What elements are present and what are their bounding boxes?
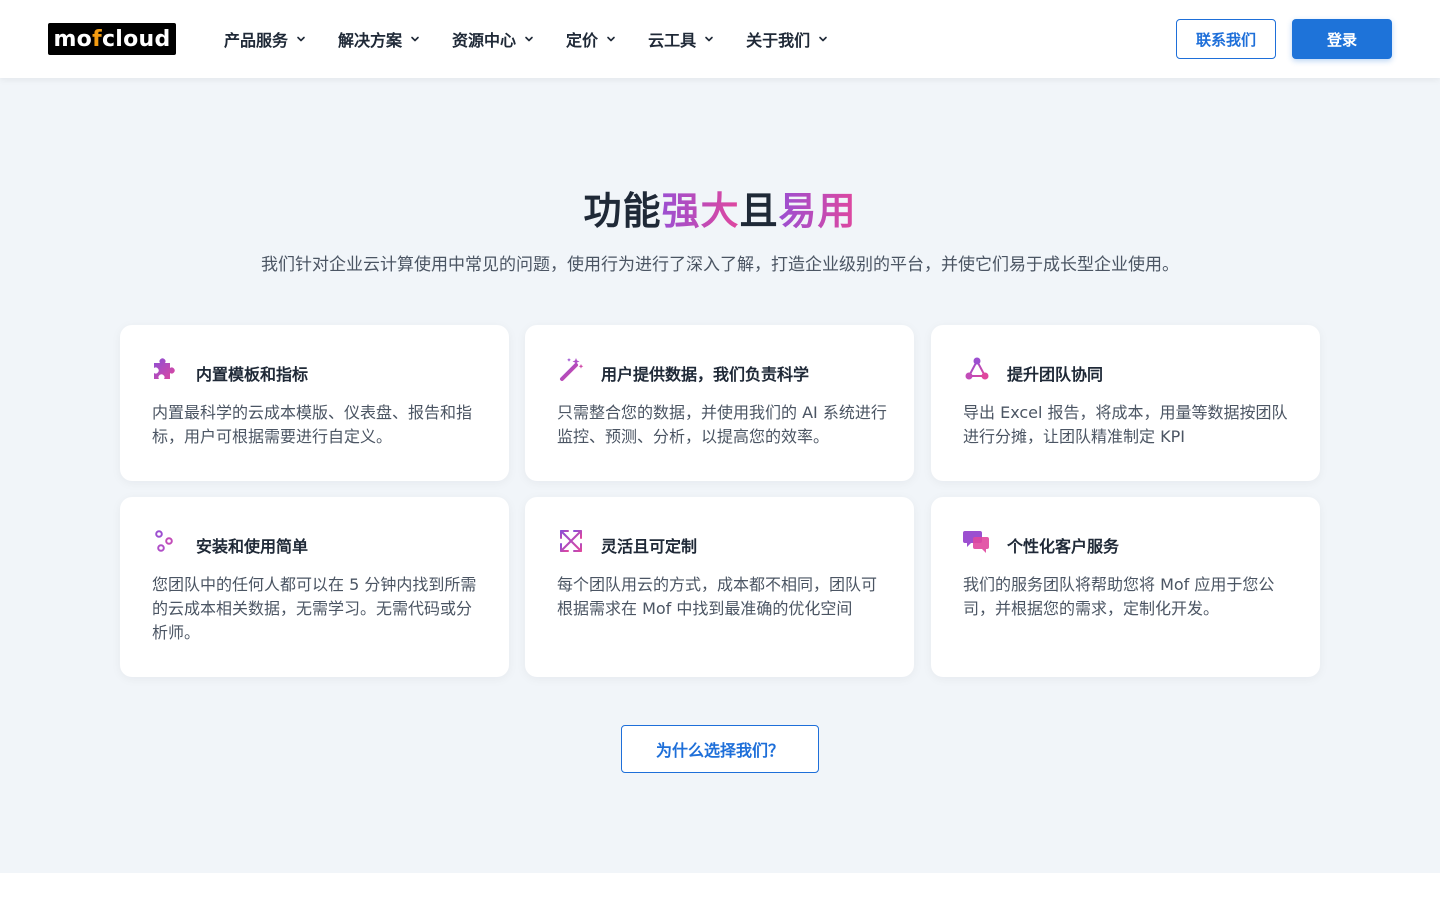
feature-card-easy-setup: 安装和使用简单 您团队中的任何人都可以在 5 分钟内找到所需的云成本相关数据，无… <box>120 497 509 677</box>
expand-arrows-icon <box>557 527 585 555</box>
main-nav: 产品服务 解决方案 资源中心 定价 云工具 关于我们 <box>224 0 828 78</box>
feature-card-data-science: 用户提供数据，我们负责科学 只需整合您的数据，并使用我们的 AI 系统进行监控、… <box>525 325 914 481</box>
section-title: 功能强大且易用 <box>0 180 1440 235</box>
chevron-down-icon <box>704 34 714 44</box>
feature-description: 导出 Excel 报告，将成本，用量等数据按团队进行分摊，让团队精准制定 KPI <box>963 403 1288 446</box>
feature-title: 用户提供数据，我们负责科学 <box>601 365 810 384</box>
feature-description: 只需整合您的数据，并使用我们的 AI 系统进行监控、预测、分析，以提高您的效率。 <box>557 403 887 446</box>
chat-bubbles-icon <box>963 527 991 555</box>
nav-item-label: 定价 <box>566 31 599 50</box>
chevron-down-icon <box>410 34 420 44</box>
nav-item-label: 关于我们 <box>746 31 811 50</box>
feature-title: 提升团队协同 <box>1007 365 1104 384</box>
puzzle-icon <box>152 355 180 383</box>
chevron-down-icon <box>524 34 534 44</box>
contact-us-button[interactable]: 联系我们 <box>1176 19 1276 59</box>
feature-card-customer-service: 个性化客户服务 我们的服务团队将帮助您将 Mof 应用于您公司，并根据您的需求，… <box>931 497 1320 677</box>
chevron-down-icon <box>606 34 616 44</box>
chevron-down-icon <box>296 34 306 44</box>
nav-item-pricing[interactable]: 定价 <box>566 27 616 51</box>
feature-description: 每个团队用云的方式，成本都不相同，团队可根据需求在 Mof 中找到最准确的优化空… <box>557 575 878 618</box>
section-subtitle: 我们针对企业云计算使用中常见的问题，使用行为进行了深入了解，打造企业级别的平台，… <box>261 255 1179 275</box>
feature-card-templates: 内置模板和指标 内置最科学的云成本模版、仪表盘、报告和指标，用户可根据需要进行自… <box>120 325 509 481</box>
feature-title: 灵活且可定制 <box>601 537 698 556</box>
site-header: mo f cloud 产品服务 解决方案 资源中心 定价 云工具 关于我们 联系我们… <box>0 0 1440 78</box>
feature-description: 内置最科学的云成本模版、仪表盘、报告和指标，用户可根据需要进行自定义。 <box>152 403 473 446</box>
feature-card-flexible: 灵活且可定制 每个团队用云的方式，成本都不相同，团队可根据需求在 Mof 中找到… <box>525 497 914 677</box>
feature-title: 安装和使用简单 <box>196 537 309 556</box>
logo-text-accent: f <box>92 26 102 52</box>
nav-item-cloud-tools[interactable]: 云工具 <box>648 27 714 51</box>
title-part-2-highlight: 强大 <box>661 189 740 233</box>
feature-description: 我们的服务团队将帮助您将 Mof 应用于您公司，并根据您的需求，定制化开发。 <box>963 575 1275 618</box>
nav-item-label: 资源中心 <box>452 31 517 50</box>
feature-card-team-collab: 提升团队协同 导出 Excel 报告，将成本，用量等数据按团队进行分摊，让团队精… <box>931 325 1320 481</box>
sliders-icon <box>152 527 180 555</box>
why-choose-us-button[interactable]: 为什么选择我们？ <box>621 725 819 773</box>
features-section: 功能强大且易用 我们针对企业云计算使用中常见的问题，使用行为进行了深入了解，打造… <box>0 78 1440 873</box>
title-part-1: 功能 <box>583 189 662 233</box>
magic-wand-icon <box>557 355 585 383</box>
logo-text-suffix: cloud <box>101 26 171 52</box>
nav-item-solutions[interactable]: 解决方案 <box>338 27 420 51</box>
nav-item-products[interactable]: 产品服务 <box>224 27 306 51</box>
nav-item-resources[interactable]: 资源中心 <box>452 27 534 51</box>
nav-item-label: 解决方案 <box>338 31 403 50</box>
mofcloud-logo[interactable]: mo f cloud <box>48 23 176 55</box>
feature-title: 内置模板和指标 <box>196 365 309 384</box>
network-icon <box>963 355 991 383</box>
title-part-3: 且 <box>739 189 779 233</box>
title-part-4-highlight: 易用 <box>778 189 857 233</box>
nav-item-about[interactable]: 关于我们 <box>746 27 828 51</box>
feature-title: 个性化客户服务 <box>1007 537 1120 556</box>
chevron-down-icon <box>818 34 828 44</box>
feature-description: 您团队中的任何人都可以在 5 分钟内找到所需的云成本相关数据，无需学习。无需代码… <box>152 575 477 642</box>
nav-item-label: 产品服务 <box>224 31 289 50</box>
nav-item-label: 云工具 <box>648 31 697 50</box>
login-button[interactable]: 登录 <box>1292 19 1392 59</box>
logo-text-prefix: mo <box>53 26 93 52</box>
